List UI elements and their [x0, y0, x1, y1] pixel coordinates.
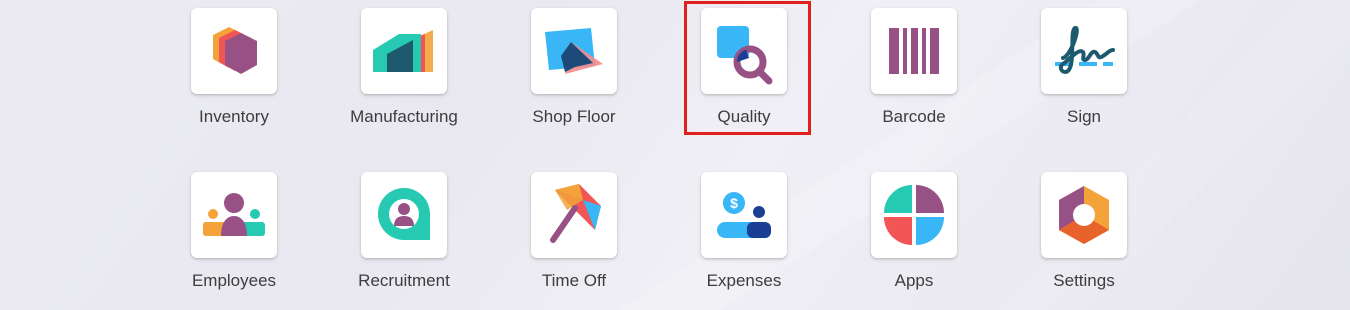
app-manufacturing[interactable]: Manufacturing: [319, 8, 489, 148]
app-inventory[interactable]: Inventory: [149, 8, 319, 148]
app-label: Employees: [191, 271, 277, 290]
app-label: Quality: [717, 107, 771, 126]
recruitment-icon: [378, 187, 431, 240]
app-tile[interactable]: [531, 172, 617, 258]
app-quality[interactable]: Quality: [659, 8, 829, 148]
app-tile[interactable]: [1041, 8, 1127, 94]
sign-icon: [1055, 25, 1115, 74]
app-sign[interactable]: Sign: [999, 8, 1169, 148]
app-tile[interactable]: [871, 172, 957, 258]
app-label: Manufacturing: [350, 107, 458, 126]
app-label: Recruitment: [358, 271, 450, 290]
quality-icon: [717, 26, 773, 85]
app-tile[interactable]: [701, 8, 787, 94]
employees-icon: [203, 193, 265, 236]
app-label: Settings: [1053, 271, 1115, 290]
app-label: Apps: [894, 271, 934, 290]
app-settings[interactable]: Settings: [999, 172, 1169, 310]
app-tile[interactable]: [361, 172, 447, 258]
app-recruitment[interactable]: Recruitment: [319, 172, 489, 310]
app-tile[interactable]: [1041, 172, 1127, 258]
app-expenses[interactable]: $ Expenses: [659, 172, 829, 310]
app-employees[interactable]: Employees: [149, 172, 319, 310]
app-label: Shop Floor: [532, 107, 616, 126]
app-label: Inventory: [199, 107, 269, 126]
inventory-icon: [213, 27, 257, 74]
settings-icon: [1059, 186, 1109, 244]
app-time-off[interactable]: Time Off: [489, 172, 659, 310]
app-tile[interactable]: [531, 8, 617, 94]
expenses-icon: $: [717, 192, 771, 238]
app-tile[interactable]: [191, 172, 277, 258]
app-tile[interactable]: [191, 8, 277, 94]
apps-icon: [884, 185, 944, 245]
app-shop-floor[interactable]: Shop Floor: [489, 8, 659, 148]
app-label: Barcode: [882, 107, 946, 126]
app-apps[interactable]: Apps: [829, 172, 999, 310]
shop-floor-icon: [545, 28, 603, 74]
app-label: Sign: [1066, 107, 1102, 126]
time-off-icon: [550, 184, 601, 243]
barcode-icon: [889, 28, 939, 74]
app-label: Time Off: [541, 271, 607, 290]
app-tile[interactable]: $: [701, 172, 787, 258]
app-tile[interactable]: [871, 8, 957, 94]
app-barcode[interactable]: Barcode: [829, 8, 999, 148]
app-tile[interactable]: [361, 8, 447, 94]
app-label: Expenses: [706, 271, 782, 290]
svg-text:$: $: [730, 195, 738, 211]
manufacturing-icon: [373, 30, 433, 72]
